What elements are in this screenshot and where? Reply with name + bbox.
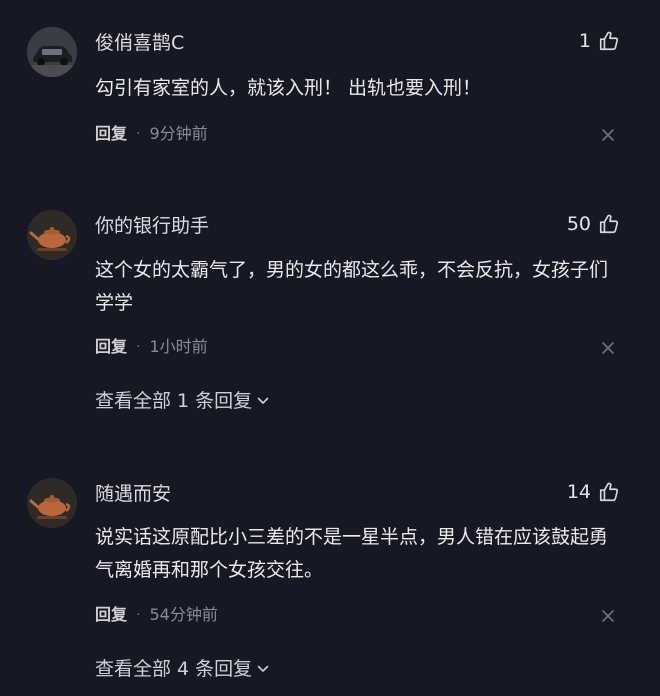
view-all-replies-link[interactable]: 查看全部 1 条回复 <box>95 388 270 414</box>
teapot-avatar-icon <box>27 210 77 260</box>
separator: · <box>136 339 141 355</box>
like-count: 14 <box>566 481 591 503</box>
avatar[interactable] <box>27 27 77 77</box>
comment-text: 勾引有家室的人，就该入刑！ 出轨也要入刑！ <box>95 77 482 99</box>
separator: · <box>136 607 141 623</box>
car-avatar-icon <box>27 27 77 77</box>
close-icon[interactable] <box>600 608 616 624</box>
comment-list: 俊俏喜鹊C 1 勾引有家室的人，就该入刑！ 出轨也要入刑！ 回复 · 9分钟前 <box>0 0 660 696</box>
reply-button[interactable]: 回复 <box>95 604 127 626</box>
view-all-replies-label: 查看全部 1 条回复 <box>95 390 253 412</box>
comment-text: 说实话这原配比小三差的不是一星半点，男人错在应该鼓起勇气离婚再和那个女孩交往。 <box>95 526 609 581</box>
reply-button[interactable]: 回复 <box>95 336 127 358</box>
reply-button[interactable]: 回复 <box>95 123 127 145</box>
username[interactable]: 俊俏喜鹊C <box>95 31 184 55</box>
like-count: 1 <box>578 30 591 52</box>
thumbs-up-icon[interactable] <box>598 213 620 235</box>
chevron-down-icon <box>257 397 269 404</box>
like-button[interactable]: 50 <box>567 212 620 236</box>
view-all-replies-link[interactable]: 查看全部 4 条回复 <box>95 656 270 682</box>
view-all-replies-label: 查看全部 4 条回复 <box>95 658 253 680</box>
like-count: 50 <box>566 213 591 235</box>
close-icon[interactable] <box>600 340 616 356</box>
comment-text: 这个女的太霸气了，男的女的都这么乖，不会反抗，女孩子们学学 <box>95 259 609 314</box>
username[interactable]: 你的银行助手 <box>95 214 209 238</box>
timestamp: 1小时前 <box>149 337 208 356</box>
like-button[interactable]: 14 <box>567 480 620 504</box>
avatar[interactable] <box>27 210 77 260</box>
teapot-avatar-icon <box>27 478 77 528</box>
timestamp: 9分钟前 <box>149 124 208 143</box>
thumbs-up-icon[interactable] <box>598 481 620 503</box>
comment-meta: 回复 · 54分钟前 <box>95 604 218 626</box>
thumbs-up-icon[interactable] <box>598 30 620 52</box>
close-icon[interactable] <box>600 127 616 143</box>
timestamp: 54分钟前 <box>149 605 218 624</box>
separator: · <box>136 126 141 142</box>
comment-meta: 回复 · 1小时前 <box>95 336 208 358</box>
username[interactable]: 随遇而安 <box>95 482 171 506</box>
comment-meta: 回复 · 9分钟前 <box>95 123 208 145</box>
like-button[interactable]: 1 <box>579 29 620 53</box>
avatar[interactable] <box>27 478 77 528</box>
chevron-down-icon <box>257 665 269 672</box>
